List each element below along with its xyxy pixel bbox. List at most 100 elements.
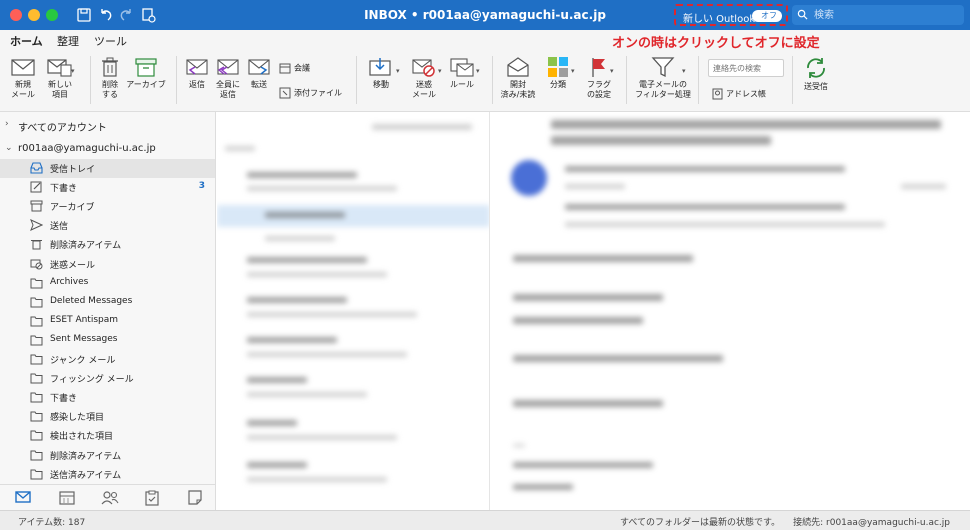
contact-search-input[interactable]: [708, 59, 784, 77]
folder-item[interactable]: Archives: [0, 274, 215, 293]
reply-all-label: 全員に 返信: [216, 80, 240, 99]
new-outlook-toggle[interactable]: オフ: [752, 10, 782, 22]
folder-item[interactable]: ESET Antispam: [0, 312, 215, 331]
categorize-icon: [548, 57, 568, 77]
sender-avatar: [511, 160, 547, 196]
reading-pane[interactable]: [491, 112, 970, 510]
read-unread-label: 開封 済み/未読: [500, 80, 536, 99]
delete-button[interactable]: 削除 する: [96, 56, 124, 100]
chevron-right-icon[interactable]: ›: [5, 119, 9, 129]
tab-organize[interactable]: 整理: [57, 33, 79, 49]
new-outlook-switch[interactable]: 新しい Outlook オフ: [674, 4, 788, 26]
notes-nav-icon[interactable]: [188, 490, 202, 505]
connection-status: 接続先: r001aa@yamaguchi-u.ac.jp: [793, 518, 950, 528]
archive-button[interactable]: アーカイブ: [126, 56, 166, 90]
folder-icon: [30, 468, 43, 483]
junk-mail-icon: [412, 59, 435, 77]
tasks-nav-icon[interactable]: [145, 490, 159, 506]
attachment-icon: [279, 87, 291, 99]
folder-item[interactable]: 削除済みアイテム: [0, 235, 215, 254]
sync-icon: [807, 58, 825, 78]
folder-item[interactable]: 迷惑メール: [0, 255, 215, 274]
all-accounts-row[interactable]: › すべてのアカウント: [0, 116, 215, 136]
flag-icon: [592, 58, 605, 77]
send-receive-button[interactable]: 送受信: [800, 56, 832, 92]
meeting-label: 会議: [294, 63, 310, 73]
trash-icon: [30, 238, 43, 253]
rules-label: ルール: [450, 80, 474, 89]
junk-dropdown-icon[interactable]: ▾: [438, 67, 442, 75]
calendar-nav-icon[interactable]: [59, 490, 75, 505]
mail-nav-icon[interactable]: [15, 490, 31, 504]
address-book-label: アドレス帳: [726, 89, 766, 99]
flag-dropdown-icon[interactable]: ▾: [610, 67, 614, 75]
address-book-button[interactable]: アドレス帳: [712, 88, 766, 100]
title-bar: INBOX • r001aa@yamaguchi-u.ac.jp 新しい Out…: [0, 0, 970, 30]
new-item-dropdown-icon[interactable]: ▾: [71, 67, 75, 75]
all-accounts-label: すべてのアカウント: [18, 123, 107, 134]
folder-item[interactable]: 受信トレイ: [0, 159, 215, 178]
blurred-message-list: [217, 112, 489, 510]
account-row[interactable]: ⌄ r001aa@yamaguchi-u.ac.jp: [0, 140, 215, 160]
junk-button[interactable]: 迷惑 メール: [407, 56, 441, 100]
meeting-icon: [279, 63, 291, 74]
draft-icon: [30, 181, 43, 196]
folder-item[interactable]: フィッシング メール: [0, 369, 215, 388]
folder-item[interactable]: ジャンク メール: [0, 350, 215, 369]
folder-item[interactable]: Deleted Messages: [0, 293, 215, 312]
move-dropdown-icon[interactable]: ▾: [396, 67, 400, 75]
sync-status: すべてのフォルダーは最新の状態です。: [620, 518, 781, 528]
account-label: r001aa@yamaguchi-u.ac.jp: [18, 143, 156, 154]
folder-name: 下書き: [50, 394, 78, 405]
folder-name: 感染した項目: [50, 413, 105, 424]
new-item-button[interactable]: 新しい 項目: [42, 56, 78, 100]
email-filter-button[interactable]: 電子メールの フィルター処理: [634, 56, 692, 100]
rules-dropdown-icon[interactable]: ▾: [476, 67, 480, 75]
ribbon-tabs: ホーム 整理 ツール: [0, 30, 970, 52]
folder-item[interactable]: 送信済みアイテム: [0, 465, 215, 484]
filter-dropdown-icon[interactable]: ▾: [682, 67, 686, 75]
flag-button[interactable]: フラグ の設定: [582, 56, 616, 100]
reply-all-button[interactable]: 全員に 返信: [214, 56, 242, 100]
folder-name: 迷惑メール: [50, 260, 96, 271]
forward-button[interactable]: 転送: [246, 56, 272, 90]
attachment-button[interactable]: 添付ファイル: [279, 87, 342, 99]
reply-all-icon: [217, 59, 239, 75]
folder-item[interactable]: Sent Messages: [0, 331, 215, 350]
folder-item[interactable]: 感染した項目: [0, 407, 215, 426]
message-list[interactable]: [217, 112, 490, 510]
status-bar: アイテム数: 187 すべてのフォルダーは最新の状態です。 接続先: r001a…: [0, 510, 970, 530]
new-mail-label: 新規 メール: [11, 80, 35, 99]
folder-icon: [30, 449, 43, 464]
new-mail-button[interactable]: 新規 メール: [8, 56, 38, 100]
folder-icon: [30, 296, 43, 311]
folder-item[interactable]: アーカイブ: [0, 197, 215, 216]
categorize-button[interactable]: 分類: [542, 56, 574, 90]
folder-item[interactable]: 送信: [0, 216, 215, 235]
folder-icon: [30, 334, 43, 349]
annotation-note: オンの時はクリックしてオフに設定: [612, 36, 820, 51]
rules-button[interactable]: ルール: [447, 56, 477, 90]
chevron-down-icon[interactable]: ⌄: [5, 143, 13, 153]
folder-item[interactable]: 検出された項目: [0, 426, 215, 445]
meeting-button[interactable]: 会議: [279, 62, 310, 74]
inbox-icon: [30, 162, 43, 177]
forward-label: 転送: [251, 80, 267, 89]
read-unread-button[interactable]: 開封 済み/未読: [498, 56, 538, 100]
folder-item[interactable]: 削除済みアイテム: [0, 446, 215, 465]
folder-item[interactable]: 下書き 3: [0, 178, 215, 197]
folder-sidebar: › すべてのアカウント ⌄ r001aa@yamaguchi-u.ac.jp 受…: [0, 112, 216, 484]
move-button[interactable]: 移動: [366, 56, 396, 90]
folder-item[interactable]: 下書き: [0, 388, 215, 407]
people-nav-icon[interactable]: [101, 490, 119, 505]
send-receive-label: 送受信: [804, 82, 828, 91]
search-box[interactable]: [792, 5, 964, 25]
folder-name: Deleted Messages: [50, 295, 133, 306]
search-input[interactable]: [814, 5, 959, 25]
tab-tools[interactable]: ツール: [94, 33, 127, 49]
attachment-label: 添付ファイル: [294, 88, 342, 98]
folder-name: ESET Antispam: [50, 314, 119, 325]
search-icon: [797, 9, 808, 20]
reply-button[interactable]: 返信: [184, 56, 210, 90]
categorize-dropdown-icon[interactable]: ▾: [571, 67, 575, 75]
